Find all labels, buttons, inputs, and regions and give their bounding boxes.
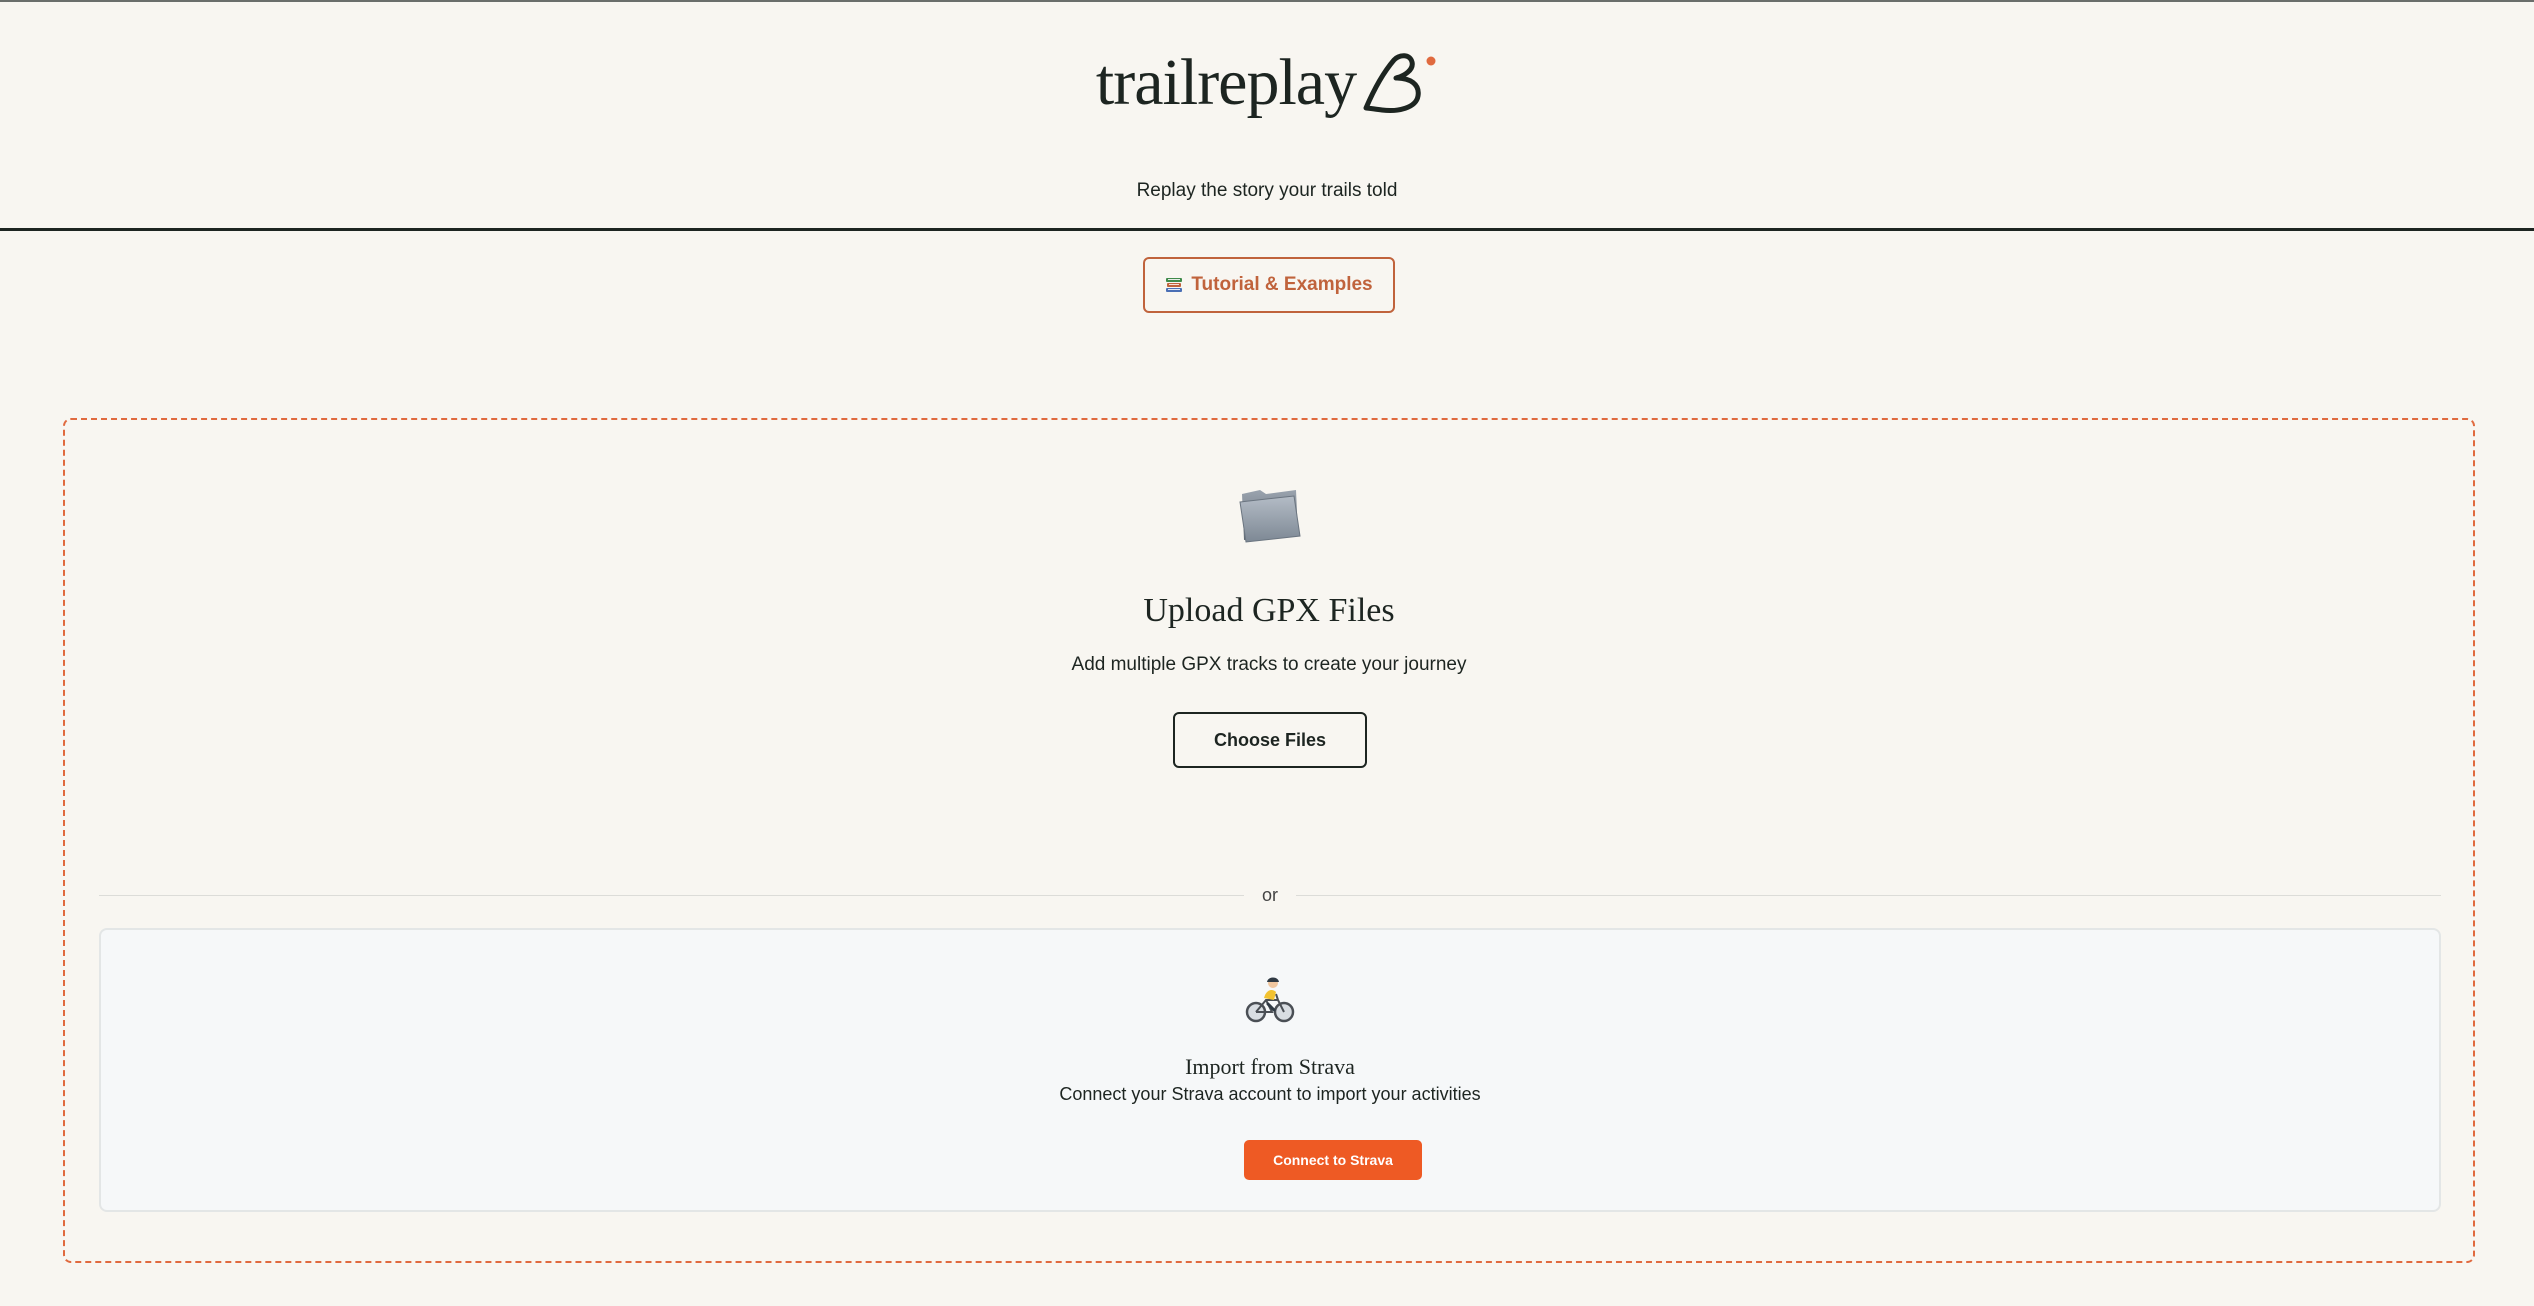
divider-line-right: [1296, 894, 2442, 896]
gpx-drop-zone[interactable]: Upload GPX Files Add multiple GPX tracks…: [63, 418, 2475, 1263]
divider-line-left: [99, 894, 1244, 896]
trail-logo-icon: [1363, 53, 1436, 113]
or-divider: or: [99, 880, 2442, 910]
logo[interactable]: trailreplay: [0, 50, 2534, 116]
tagline: Replay the story your trails told: [1136, 180, 1398, 201]
connect-strava-button[interactable]: Connect to Strava: [1244, 1140, 1422, 1180]
books-icon: [1166, 278, 1183, 292]
choose-files-button[interactable]: Choose Files: [1173, 712, 1367, 768]
strava-import-card: Import from Strava Connect your Strava a…: [99, 928, 2441, 1212]
site-header: trailreplay Replay the story your trails…: [0, 2, 2534, 231]
logo-text: trailreplay: [1095, 46, 1357, 119]
folder-icon: [1239, 490, 1301, 543]
strava-subtitle: Connect your Strava account to import yo…: [1059, 1084, 1481, 1104]
upload-subtitle: Add multiple GPX tracks to create your j…: [1071, 654, 1467, 675]
tutorial-label: Tutorial & Examples: [1191, 274, 1373, 295]
upload-title: Upload GPX Files: [1143, 592, 1395, 629]
strava-title: Import from Strava: [1185, 1054, 1355, 1079]
tutorial-examples-button[interactable]: Tutorial & Examples: [1143, 257, 1395, 313]
or-label: or: [1262, 884, 1279, 905]
cyclist-icon: [1245, 977, 1295, 1023]
